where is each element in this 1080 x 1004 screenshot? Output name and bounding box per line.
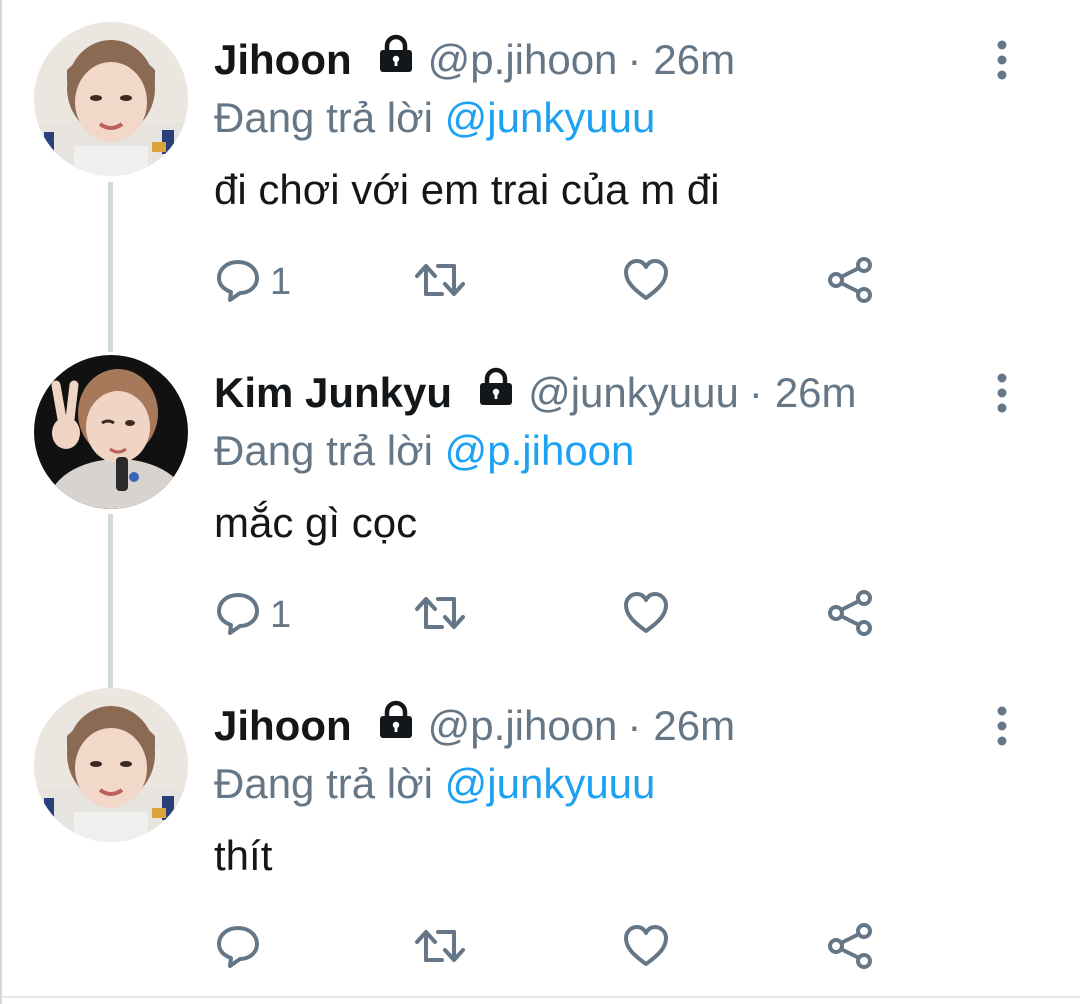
share-icon bbox=[826, 922, 874, 975]
like-button[interactable] bbox=[622, 920, 670, 976]
share-button[interactable] bbox=[826, 587, 874, 643]
like-button[interactable] bbox=[622, 587, 670, 643]
replying-to-label: Đang trả lời bbox=[214, 760, 433, 807]
avatar[interactable] bbox=[34, 688, 188, 842]
heart-icon bbox=[622, 256, 670, 309]
reply-button[interactable] bbox=[214, 920, 270, 976]
user-handle[interactable]: @p.jihoon bbox=[428, 698, 618, 754]
mention-link[interactable]: @junkyuuu bbox=[445, 94, 656, 141]
reply-thread: Jihoon @p.jihoon · 26m Đang trả lời @jun… bbox=[2, 0, 1080, 1004]
tweet[interactable]: Kim Junkyu @junkyuuu · 26m Đang trả lời … bbox=[2, 333, 1080, 666]
reply-icon bbox=[214, 256, 262, 309]
tweet-actions: 1 bbox=[214, 254, 914, 310]
share-icon bbox=[826, 256, 874, 309]
reply-count: 1 bbox=[270, 593, 292, 636]
tweet-text: thít bbox=[214, 832, 273, 879]
display-name[interactable]: Kim Junkyu bbox=[214, 365, 452, 421]
share-button[interactable] bbox=[826, 254, 874, 310]
replying-to: Đang trả lời @p.jihoon bbox=[214, 423, 634, 479]
more-vertical-icon[interactable] bbox=[992, 373, 1012, 413]
timestamp[interactable]: 26m bbox=[653, 698, 735, 754]
timestamp[interactable]: 26m bbox=[775, 365, 857, 421]
retweet-button[interactable] bbox=[412, 920, 468, 976]
user-handle[interactable]: @junkyuuu bbox=[528, 365, 739, 421]
reply-button[interactable]: 1 bbox=[214, 254, 291, 310]
tweet-actions bbox=[214, 920, 914, 976]
separator-dot: · bbox=[748, 369, 763, 416]
retweet-icon bbox=[412, 256, 468, 309]
user-handle[interactable]: @p.jihoon bbox=[428, 32, 618, 88]
replying-to: Đang trả lời @junkyuuu bbox=[214, 90, 655, 146]
reply-icon bbox=[214, 922, 262, 975]
lock-icon bbox=[476, 365, 516, 421]
reply-count: 1 bbox=[270, 260, 292, 303]
retweet-icon bbox=[412, 589, 468, 642]
like-button[interactable] bbox=[622, 254, 670, 310]
separator-dot: · bbox=[627, 702, 642, 749]
tweet-text: mắc gì cọc bbox=[214, 499, 418, 546]
lock-icon bbox=[376, 32, 416, 88]
mention-link[interactable]: @junkyuuu bbox=[445, 760, 656, 807]
separator-dot: · bbox=[627, 36, 642, 83]
retweet-button[interactable] bbox=[412, 254, 468, 310]
retweet-button[interactable] bbox=[412, 587, 468, 643]
more-vertical-icon[interactable] bbox=[992, 40, 1012, 80]
replying-to-label: Đang trả lời bbox=[214, 427, 433, 474]
heart-icon bbox=[622, 922, 670, 975]
divider bbox=[2, 996, 1080, 998]
display-name[interactable]: Jihoon bbox=[214, 698, 352, 754]
reply-icon bbox=[214, 589, 262, 642]
tweet-text: đi chơi với em trai của m đi bbox=[214, 166, 720, 213]
display-name[interactable]: Jihoon bbox=[214, 32, 352, 88]
more-vertical-icon[interactable] bbox=[992, 706, 1012, 746]
replying-to: Đang trả lời @junkyuuu bbox=[214, 756, 655, 812]
retweet-icon bbox=[412, 922, 468, 975]
lock-icon bbox=[376, 698, 416, 754]
share-icon bbox=[826, 589, 874, 642]
tweet-actions: 1 bbox=[214, 587, 914, 643]
heart-icon bbox=[622, 589, 670, 642]
reply-button[interactable]: 1 bbox=[214, 587, 291, 643]
replying-to-label: Đang trả lời bbox=[214, 94, 433, 141]
avatar[interactable] bbox=[34, 22, 188, 176]
tweet[interactable]: Jihoon @p.jihoon · 26m Đang trả lời @jun… bbox=[2, 0, 1080, 333]
share-button[interactable] bbox=[826, 920, 874, 976]
tweet[interactable]: Jihoon @p.jihoon · 26m Đang trả lời @jun… bbox=[2, 666, 1080, 999]
timestamp[interactable]: 26m bbox=[653, 32, 735, 88]
avatar[interactable] bbox=[34, 355, 188, 509]
mention-link[interactable]: @p.jihoon bbox=[445, 427, 635, 474]
